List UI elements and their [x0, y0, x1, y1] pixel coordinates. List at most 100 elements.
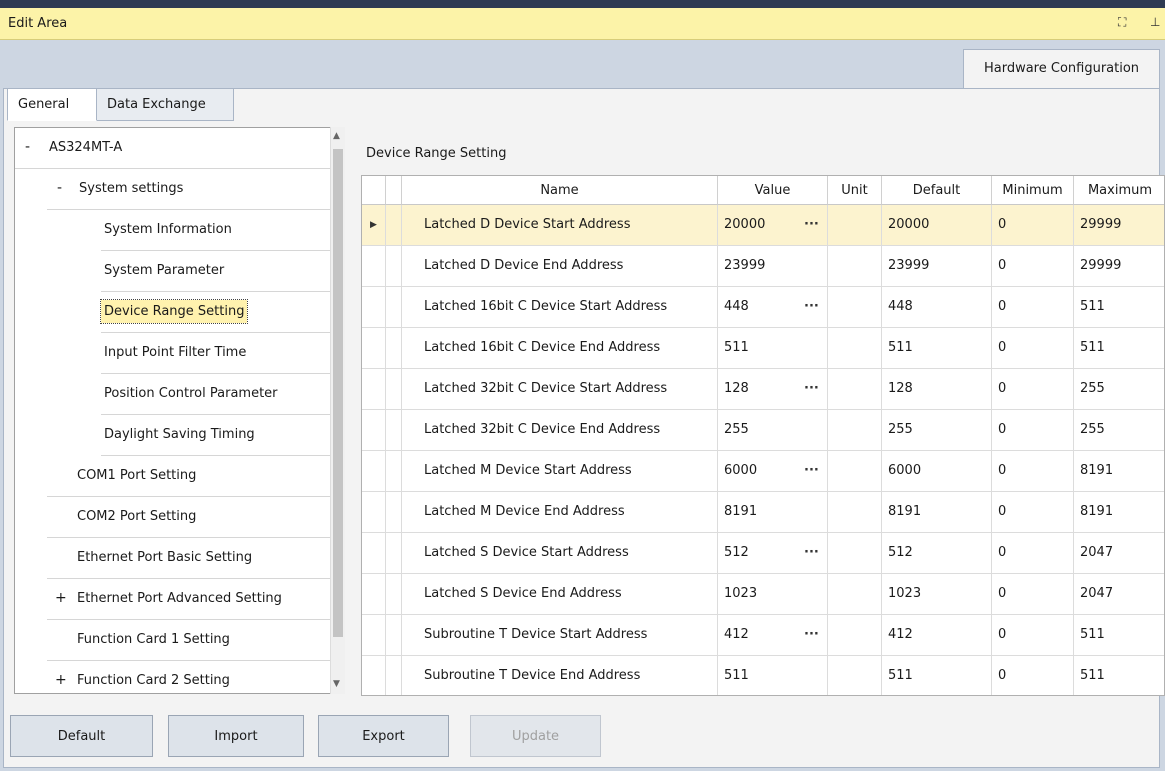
collapse-toggle[interactable]: - [57, 180, 62, 196]
tree-item-as324mt-a[interactable]: - AS324MT-A [15, 128, 331, 169]
ellipsis-button[interactable]: ··· [804, 205, 819, 245]
ellipsis-button[interactable]: ··· [804, 287, 819, 327]
table-row[interactable]: Latched 32bit C Device Start Address 128 ·… [362, 369, 1164, 410]
tab-hardware-configuration[interactable]: Hardware Configuration [963, 49, 1160, 89]
tree-scrollbar[interactable]: ▲ ▼ [330, 127, 345, 694]
table-row[interactable]: Latched D Device End Address 23999 23999 0 2… [362, 246, 1164, 287]
table-row[interactable]: Latched 32bit C Device End Address 255 255… [362, 410, 1164, 451]
collapse-toggle[interactable]: - [25, 139, 30, 155]
row-header[interactable] [362, 410, 386, 451]
table-row[interactable]: Latched M Device End Address 8191 8191 0 819… [362, 492, 1164, 533]
table-row[interactable]: Latched 16bit C Device Start Address 448 ·… [362, 287, 1164, 328]
scroll-up-arrow-icon[interactable]: ▲ [333, 131, 340, 141]
cell-value[interactable]: 511 [718, 328, 828, 369]
window-top-border [0, 0, 1165, 8]
cell-value[interactable]: 512 ··· [718, 533, 828, 574]
cell-value[interactable]: 1023 [718, 574, 828, 615]
column-header-minimum[interactable]: Minimum [992, 176, 1074, 205]
column-header-value[interactable]: Value [718, 176, 828, 205]
tree-item-ethernet-basic[interactable]: Ethernet Port Basic Setting [47, 538, 331, 579]
cell-value-text: 128 [724, 381, 749, 396]
cell-name: Subroutine T Device End Address [402, 656, 718, 695]
cell-minimum-text: 0 [998, 422, 1007, 437]
cell-value[interactable]: 20000 ··· [718, 205, 828, 246]
table-row[interactable]: Subroutine T Device Start Address 412 ··· 4… [362, 615, 1164, 656]
row-header[interactable] [362, 656, 386, 695]
cell-name-text: Latched M Device Start Address [424, 463, 632, 478]
cell-minimum: 0 [992, 574, 1074, 615]
cell-maximum: 255 [1074, 410, 1164, 451]
cell-value[interactable]: 8191 [718, 492, 828, 533]
tree-item-function-card-1[interactable]: Function Card 1 Setting [47, 620, 331, 661]
ellipsis-button[interactable]: ··· [804, 615, 819, 655]
table-row[interactable]: Subroutine T Device End Address 511 511 0 51… [362, 656, 1164, 695]
tree-item-system-information[interactable]: System Information [101, 210, 331, 251]
cell-value[interactable]: 255 [718, 410, 828, 451]
table-row[interactable]: ▶ Latched D Device Start Address 20000 ··· 2… [362, 205, 1164, 246]
column-header-default[interactable]: Default [882, 176, 992, 205]
tree-item-system-parameter[interactable]: System Parameter [101, 251, 331, 292]
cell-value[interactable]: 511 [718, 656, 828, 695]
scroll-down-arrow-icon[interactable]: ▼ [333, 679, 340, 689]
edit-area-title: Edit Area [8, 16, 68, 31]
row-header[interactable] [362, 328, 386, 369]
row-spacer [386, 369, 402, 410]
table-row[interactable]: Latched S Device Start Address 512 ··· 512 0… [362, 533, 1164, 574]
cell-name-text: Subroutine T Device Start Address [424, 627, 648, 642]
column-header-name[interactable]: Name [402, 176, 718, 205]
tree-item-ethernet-advanced[interactable]: + Ethernet Port Advanced Setting [47, 579, 331, 620]
pin-icon[interactable]: ⊥ [1150, 15, 1160, 29]
row-header[interactable] [362, 287, 386, 328]
ellipsis-button[interactable]: ··· [804, 451, 819, 491]
cell-default-text: 20000 [888, 217, 930, 232]
cell-value[interactable]: 412 ··· [718, 615, 828, 656]
export-button[interactable]: Export [318, 715, 449, 757]
tab-general[interactable]: General [7, 88, 97, 121]
import-button[interactable]: Import [168, 715, 304, 757]
default-button[interactable]: Default [10, 715, 153, 757]
tree-item-function-card-2[interactable]: + Function Card 2 Setting [47, 661, 331, 693]
column-header-maximum[interactable]: Maximum [1074, 176, 1164, 205]
expand-toggle[interactable]: + [55, 672, 67, 688]
table-row[interactable]: Latched M Device Start Address 6000 ··· 600… [362, 451, 1164, 492]
device-range-grid: Name Value Unit Default Minimum Maximum … [361, 175, 1165, 696]
scrollbar-thumb[interactable] [333, 149, 343, 637]
cell-value[interactable]: 6000 ··· [718, 451, 828, 492]
tab-data-exchange[interactable]: Data Exchange [96, 88, 234, 121]
table-row[interactable]: Latched 16bit C Device End Address 511 511… [362, 328, 1164, 369]
row-spacer [386, 205, 402, 246]
column-header-unit[interactable]: Unit [828, 176, 882, 205]
row-header[interactable] [362, 369, 386, 410]
cell-value-text: 448 [724, 299, 749, 314]
tree-item-com2-port-setting[interactable]: COM2 Port Setting [47, 497, 331, 538]
table-row[interactable]: Latched S Device End Address 1023 1023 0 204… [362, 574, 1164, 615]
row-spacer [386, 492, 402, 533]
row-header[interactable]: ▶ [362, 205, 386, 246]
tree-item-input-point-filter-time[interactable]: Input Point Filter Time [101, 333, 331, 374]
expand-toggle[interactable]: + [55, 590, 67, 606]
cell-value[interactable]: 448 ··· [718, 287, 828, 328]
cell-maximum-text: 511 [1080, 627, 1105, 642]
cell-default: 6000 [882, 451, 992, 492]
tree-item-daylight-saving-timing[interactable]: Daylight Saving Timing [101, 415, 331, 456]
row-header[interactable] [362, 574, 386, 615]
row-header[interactable] [362, 533, 386, 574]
tree-item-system-settings[interactable]: - System settings [47, 169, 331, 210]
cell-minimum: 0 [992, 410, 1074, 451]
cell-default-text: 511 [888, 668, 913, 683]
restore-icon[interactable]: ⛶ [1118, 15, 1126, 30]
row-header[interactable] [362, 451, 386, 492]
row-header[interactable] [362, 246, 386, 287]
cell-value[interactable]: 128 ··· [718, 369, 828, 410]
cell-minimum-text: 0 [998, 340, 1007, 355]
ellipsis-button[interactable]: ··· [804, 369, 819, 409]
tree-item-position-control-parameter[interactable]: Position Control Parameter [101, 374, 331, 415]
tree-item-label: Daylight Saving Timing [104, 427, 255, 442]
cell-value[interactable]: 23999 [718, 246, 828, 287]
update-button[interactable]: Update [470, 715, 601, 757]
row-header[interactable] [362, 492, 386, 533]
tree-item-device-range-setting[interactable]: Device Range Setting [99, 292, 331, 333]
ellipsis-button[interactable]: ··· [804, 533, 819, 573]
row-header[interactable] [362, 615, 386, 656]
tree-item-com1-port-setting[interactable]: COM1 Port Setting [47, 456, 331, 497]
